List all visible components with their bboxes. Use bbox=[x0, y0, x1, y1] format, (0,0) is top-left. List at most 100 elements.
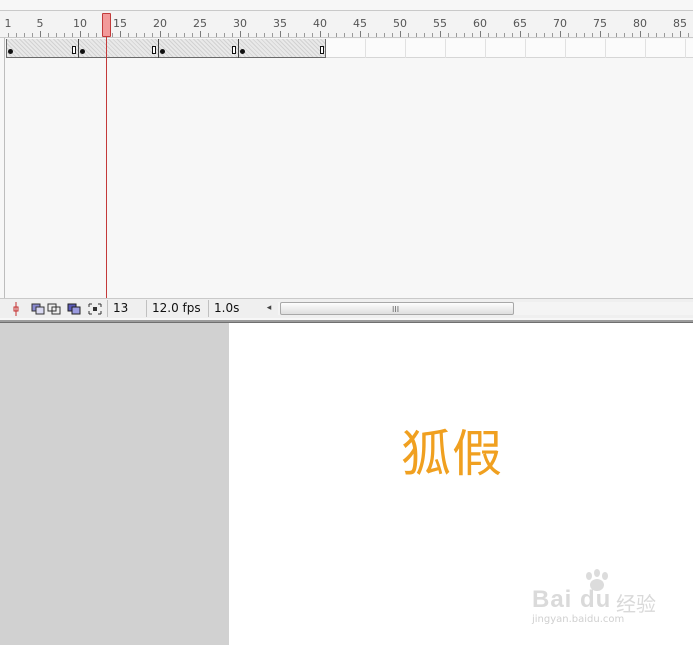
ruler-tick bbox=[632, 33, 633, 37]
watermark-logo-cn: 经验 bbox=[616, 592, 656, 616]
ruler-tick bbox=[80, 31, 81, 37]
ruler-tick bbox=[16, 33, 17, 37]
layer-column-edge bbox=[4, 38, 5, 298]
edit-multiple-frames-icon[interactable] bbox=[66, 301, 82, 316]
keyframe-separator-2 bbox=[158, 39, 159, 58]
ruler-tick bbox=[352, 33, 353, 37]
keyframe-3[interactable] bbox=[160, 49, 165, 54]
ruler-tick bbox=[368, 33, 369, 37]
ruler-label: 10 bbox=[73, 17, 87, 30]
ruler-tick bbox=[288, 33, 289, 37]
ruler-tick bbox=[120, 31, 121, 37]
ruler-tick bbox=[280, 31, 281, 37]
keyframe-1[interactable] bbox=[8, 49, 13, 54]
ruler-tick bbox=[528, 33, 529, 37]
ruler-tick bbox=[112, 33, 113, 37]
onion-skin-icon[interactable] bbox=[30, 301, 46, 316]
ruler-tick bbox=[544, 33, 545, 37]
ruler-tick bbox=[608, 33, 609, 37]
ruler-label: 55 bbox=[433, 17, 447, 30]
ruler-tick bbox=[64, 33, 65, 37]
ruler-tick bbox=[432, 33, 433, 37]
ruler-tick bbox=[328, 33, 329, 37]
ruler-label: 5 bbox=[36, 17, 44, 30]
ruler-label: 75 bbox=[593, 17, 607, 30]
ruler-tick bbox=[576, 33, 577, 37]
ruler-tick bbox=[416, 33, 417, 37]
ruler-tick bbox=[624, 33, 625, 37]
ruler-tick bbox=[464, 33, 465, 37]
ruler-tick bbox=[240, 31, 241, 37]
ruler-tick bbox=[48, 33, 49, 37]
ruler-tick bbox=[664, 33, 665, 37]
tween-frame-span[interactable] bbox=[6, 39, 326, 58]
ruler-tick bbox=[208, 33, 209, 37]
ruler-tick bbox=[592, 33, 593, 37]
ruler-tick bbox=[304, 33, 305, 37]
keyframe-2[interactable] bbox=[80, 49, 85, 54]
ruler-label: 35 bbox=[273, 17, 287, 30]
ruler-tick bbox=[216, 33, 217, 37]
ruler-tick bbox=[256, 33, 257, 37]
ruler-tick bbox=[272, 33, 273, 37]
ruler-label: 25 bbox=[193, 17, 207, 30]
ruler-tick bbox=[176, 33, 177, 37]
ruler-tick bbox=[24, 33, 25, 37]
ruler-tick bbox=[88, 33, 89, 37]
ruler-tick bbox=[672, 33, 673, 37]
ruler-tick bbox=[440, 31, 441, 37]
ruler-label: 50 bbox=[393, 17, 407, 30]
timeline-panel: 1 5 10 15 20 25 30 35 40 45 50 55 60 65 70 75 80 85 bbox=[0, 0, 693, 320]
ruler-tick bbox=[184, 33, 185, 37]
ruler-label: 70 bbox=[553, 17, 567, 30]
ruler-tick bbox=[152, 33, 153, 37]
ruler-tick bbox=[656, 33, 657, 37]
onion-center-icon[interactable] bbox=[8, 301, 24, 316]
pasteboard-area bbox=[0, 323, 229, 645]
empty-frame-cells[interactable] bbox=[326, 39, 693, 58]
playhead-handle[interactable] bbox=[102, 13, 111, 37]
ruler-tick bbox=[264, 33, 265, 37]
ruler-tick bbox=[192, 33, 193, 37]
ruler-label: 65 bbox=[513, 17, 527, 30]
ruler-tick bbox=[200, 31, 201, 37]
current-frame-display: 13 bbox=[107, 300, 145, 317]
keyframe-end-4[interactable] bbox=[320, 46, 324, 54]
ruler-tick bbox=[320, 31, 321, 37]
ruler-tick bbox=[312, 33, 313, 37]
ruler-tick bbox=[8, 33, 9, 37]
ruler-label: 80 bbox=[633, 17, 647, 30]
ruler-tick bbox=[600, 31, 601, 37]
ruler-tick bbox=[488, 33, 489, 37]
ruler-tick bbox=[56, 33, 57, 37]
ruler-label: 85 bbox=[673, 17, 687, 30]
ruler-tick bbox=[640, 31, 641, 37]
keyframe-end-3[interactable] bbox=[232, 46, 236, 54]
ruler-tick bbox=[480, 31, 481, 37]
ruler-tick bbox=[232, 33, 233, 37]
keyframe-separator-3 bbox=[238, 39, 239, 58]
ruler-tick bbox=[456, 33, 457, 37]
ruler-tick bbox=[568, 33, 569, 37]
playhead-line bbox=[106, 37, 107, 299]
ruler-tick bbox=[344, 33, 345, 37]
keyframe-end-1[interactable] bbox=[72, 46, 76, 54]
ruler-tick bbox=[472, 33, 473, 37]
ruler-tick bbox=[32, 33, 33, 37]
ruler-tick bbox=[160, 31, 161, 37]
ruler-tick bbox=[168, 33, 169, 37]
ruler-tick bbox=[296, 33, 297, 37]
ruler-tick bbox=[512, 33, 513, 37]
ruler-tick bbox=[424, 33, 425, 37]
scroll-left-arrow-icon[interactable]: ◂ bbox=[262, 301, 276, 316]
keyframe-4[interactable] bbox=[240, 49, 245, 54]
onion-outline-icon[interactable] bbox=[46, 301, 62, 316]
ruler-tick bbox=[648, 33, 649, 37]
frame-rate-display[interactable]: 12.0 fps bbox=[146, 300, 206, 317]
modify-markers-icon[interactable] bbox=[87, 301, 103, 316]
ruler-label: 1 bbox=[4, 17, 12, 30]
keyframe-end-2[interactable] bbox=[152, 46, 156, 54]
watermark-url: jingyan.baidu.com bbox=[532, 614, 625, 625]
ruler-tick bbox=[376, 33, 377, 37]
stage-text-object[interactable]: 狐假 bbox=[401, 424, 503, 484]
